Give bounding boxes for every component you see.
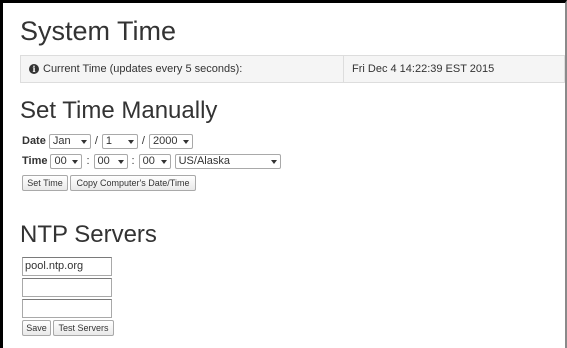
hour-select[interactable]: 00: [50, 153, 83, 169]
caret-down-icon: [182, 139, 189, 144]
copy-computer-time-button[interactable]: Copy Computer's Date/Time: [70, 175, 196, 191]
date-separator: /: [141, 135, 145, 147]
minute-select-value: 00: [97, 154, 110, 167]
minute-select[interactable]: 00: [93, 153, 128, 169]
caret-down-icon: [117, 159, 124, 164]
caret-down-icon: [72, 159, 79, 164]
caret-down-icon: [270, 159, 277, 164]
second-select-value: 00: [142, 154, 155, 167]
time-row: Time 00 : 00 : 00 US/Alaska: [22, 153, 281, 169]
second-select[interactable]: 00: [138, 153, 171, 169]
ntp-server-input-2[interactable]: [22, 278, 112, 297]
date-separator: /: [94, 135, 98, 147]
year-select[interactable]: 2000: [148, 133, 193, 149]
current-time-label: Current Time (updates every 5 seconds):: [43, 63, 243, 75]
current-time-label-cell: i Current Time (updates every 5 seconds)…: [21, 56, 344, 82]
system-time-title: System Time: [20, 16, 177, 46]
hour-select-value: 00: [54, 154, 67, 167]
timezone-select[interactable]: US/Alaska: [174, 153, 281, 169]
month-select[interactable]: Jan: [48, 133, 91, 149]
ntp-server-input-3[interactable]: [22, 299, 112, 318]
time-separator: :: [86, 155, 90, 167]
day-select[interactable]: 1: [101, 133, 138, 149]
day-select-value: 1: [105, 134, 113, 147]
ntp-server-input-1[interactable]: pool.ntp.org: [22, 257, 112, 276]
date-row: Date Jan / 1 / 2000: [22, 133, 193, 149]
time-separator: :: [131, 155, 135, 167]
timezone-select-value: US/Alaska: [178, 154, 230, 167]
set-time-manually-title: Set Time Manually: [20, 97, 218, 124]
caret-down-icon: [127, 139, 134, 144]
current-time-value: Fri Dec 4 14:22:39 EST 2015: [352, 63, 495, 75]
info-circle-icon: i: [29, 64, 39, 74]
current-time-table: i Current Time (updates every 5 seconds)…: [20, 55, 565, 83]
ntp-servers-title: NTP Servers: [20, 221, 157, 248]
test-servers-button[interactable]: Test Servers: [53, 320, 114, 336]
date-label: Date: [22, 135, 46, 147]
save-button[interactable]: Save: [22, 320, 51, 336]
caret-down-icon: [160, 159, 167, 164]
system-time-page: System Time i Current Time (updates ever…: [0, 0, 567, 348]
year-select-value: 2000: [152, 134, 178, 147]
time-label: Time: [22, 155, 48, 167]
set-time-button[interactable]: Set Time: [22, 175, 68, 191]
month-select-value: Jan: [52, 134, 71, 147]
caret-down-icon: [80, 139, 87, 144]
